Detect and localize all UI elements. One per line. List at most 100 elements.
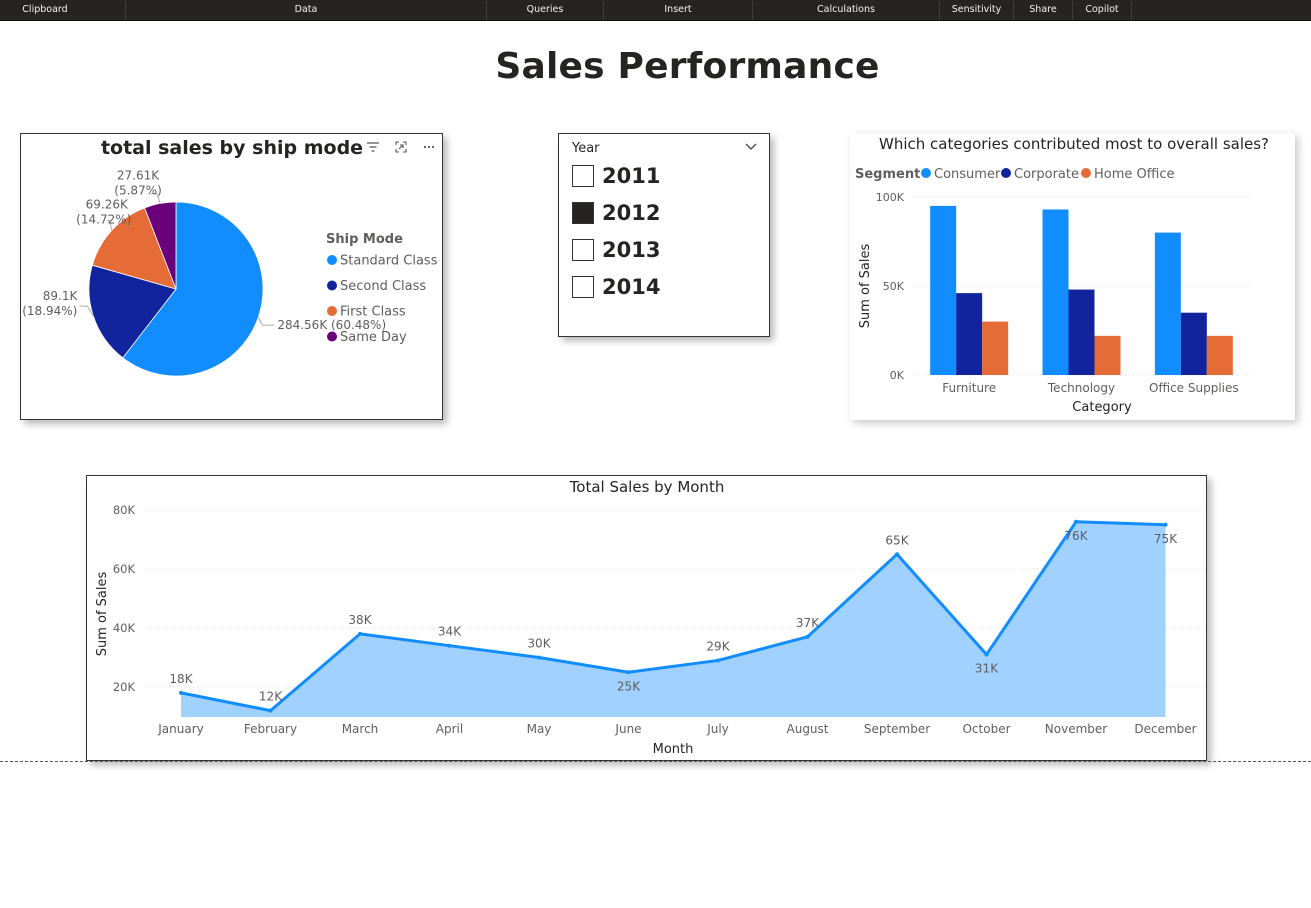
legend-marker [921,168,931,178]
bar-home-office-office-supplies[interactable] [1206,335,1233,375]
page-boundary-line [0,761,1311,762]
x-tick-label: Furniture [942,381,996,395]
x-tick-label: September [864,722,930,736]
legend-item-label[interactable]: Consumer [934,167,1001,182]
data-label: 34K [438,625,462,639]
x-tick-label: February [244,722,297,736]
legend-item-label[interactable]: First Class [340,305,406,320]
bar-corporate-technology[interactable] [1068,289,1095,375]
data-point-october[interactable] [984,652,989,657]
area-chart-title: Total Sales by Month [569,478,725,496]
data-point-may[interactable] [537,655,541,660]
legend-marker [1081,168,1091,178]
chevron-down-icon[interactable] [745,143,757,151]
checkbox[interactable] [572,165,594,187]
bar-consumer-technology[interactable] [1042,209,1069,375]
x-axis-label: Month [653,742,694,757]
data-label: 76K [1064,529,1088,543]
data-point-june[interactable] [626,670,631,675]
legend-item-label[interactable]: Home Office [1094,167,1174,182]
legend-marker [327,306,337,316]
data-point-september[interactable] [895,552,899,557]
data-point-december[interactable] [1163,522,1168,527]
data-label: 29K [706,639,730,653]
data-label: 37K [796,616,820,630]
y-tick-label: 20K [113,680,136,694]
legend-item-label[interactable]: Same Day [340,330,407,345]
x-tick-label: April [436,722,463,736]
legend-marker [1001,168,1011,178]
pie-chart: 284.56K (60.48%)89.1K(18.94%)69.26K(14.7… [22,168,438,377]
x-tick-label: January [157,722,204,736]
bar-corporate-office-supplies[interactable] [1180,312,1207,375]
x-tick-label: Technology [1047,381,1115,395]
x-tick-label: June [614,722,641,736]
data-label: 12K [259,690,283,704]
bar-home-office-technology[interactable] [1094,335,1121,375]
ribbon-tab-clipboard[interactable]: Clipboard [0,0,90,21]
bar-chart-title: Which categories contributed most to ove… [879,135,1269,153]
bar-consumer-office-supplies[interactable] [1154,232,1181,375]
data-point-november[interactable] [1074,519,1078,524]
data-label: 38K [348,613,372,627]
y-tick-label: 40K [113,621,136,635]
slicer-item-2013[interactable]: 2013 [572,238,752,265]
ribbon-tab-insert[interactable]: Insert [604,0,752,21]
leader-line [257,316,275,326]
data-label: 89.1K [43,289,79,303]
y-tick-label: 60K [113,562,136,576]
area-fill [181,521,1166,717]
slicer-item-2012[interactable]: 2012 [572,201,752,228]
data-label-percent: (18.94%) [22,304,77,318]
year-slicer[interactable]: Year 2011 2012 2013 2014 [558,133,770,337]
bar-home-office-furniture[interactable] [982,321,1009,375]
x-axis-label: Category [1072,400,1132,415]
data-label: 27.61K [117,168,160,182]
data-point-march[interactable] [358,631,362,636]
data-label: 18K [169,672,193,686]
bar-chart-visual[interactable]: Which categories contributed most to ove… [850,133,1295,420]
data-label: 25K [617,679,641,693]
ribbon-tab-calculations[interactable]: Calculations [753,0,939,21]
slicer-item-2011[interactable]: 2011 [572,164,752,191]
data-point-july[interactable] [716,658,720,663]
data-point-february[interactable] [268,708,273,713]
checkbox[interactable] [572,239,594,261]
checkbox[interactable] [572,202,594,224]
data-point-august[interactable] [805,634,810,639]
checkbox[interactable] [572,276,594,298]
x-tick-label: July [706,722,729,736]
x-tick-label: March [342,722,379,736]
page-title: Sales Performance [495,46,880,87]
legend-marker [327,255,337,265]
pie-chart-visual[interactable]: total sales by ship mode 284.56K (60.48%… [20,133,443,420]
ribbon-tab-queries[interactable]: Queries [487,0,603,21]
x-tick-label: November [1045,722,1107,736]
data-point-january[interactable] [179,690,183,695]
x-tick-label: December [1134,722,1196,736]
bar-consumer-furniture[interactable] [930,205,957,375]
data-label-percent: (14.72%) [76,212,131,226]
slicer-item-2014[interactable]: 2014 [572,275,752,302]
ribbon-tab-copilot[interactable]: Copilot [1073,0,1131,21]
ribbon-tab-data[interactable]: Data [126,0,486,21]
data-label: 69.26K [86,197,129,211]
slicer-item-label: 2014 [602,275,661,299]
x-tick-label: Office Supplies [1149,381,1239,395]
legend-item-label[interactable]: Corporate [1014,167,1079,182]
ribbon-tab-share[interactable]: Share [1014,0,1072,21]
area-chart-visual[interactable]: Total Sales by Month 20K 40K 60K 80K Sum of S… [86,475,1207,761]
ribbon-separator [1131,1,1132,20]
data-label: 30K [527,637,551,651]
legend-item-label[interactable]: Standard Class [340,254,438,269]
y-tick-label: 50K [883,280,905,293]
legend-item-label[interactable]: Second Class [340,279,426,294]
slicer-item-label: 2012 [602,201,661,225]
legend-title: Segment [855,167,920,182]
legend-marker [327,331,337,342]
ribbon-tab-sensitivity[interactable]: Sensitivity [940,0,1013,21]
bar-corporate-furniture[interactable] [956,293,983,375]
slicer-item-label: 2013 [602,238,661,262]
data-point-april[interactable] [447,643,452,648]
area-chart: Total Sales by Month 20K 40K 60K 80K Sum of S… [95,478,1202,757]
